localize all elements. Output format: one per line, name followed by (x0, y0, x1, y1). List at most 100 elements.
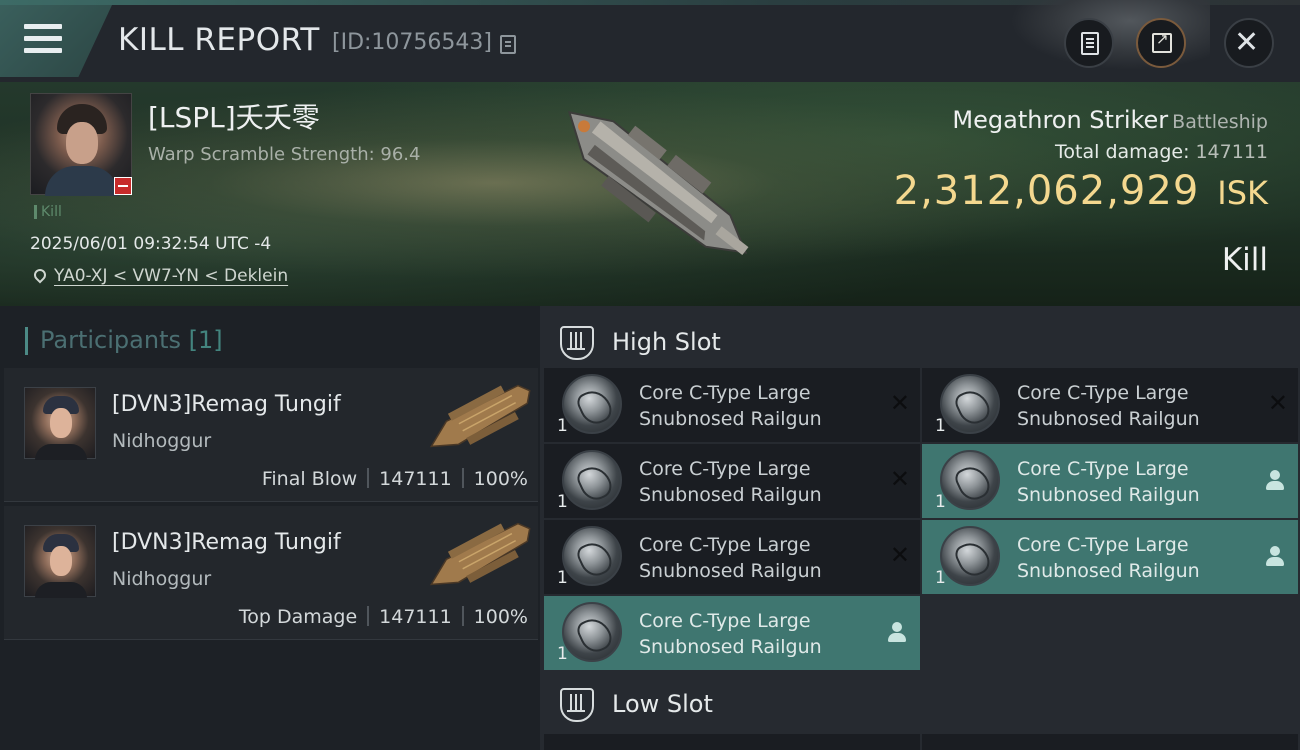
module-name: Core C-Type Large Snubnosed Railgun (639, 380, 879, 432)
module-name: Core C-Type Large Snubnosed Railgun (639, 532, 879, 584)
module-name-line1: Core C-Type Large (1017, 534, 1189, 556)
participant-stats: Final Blow 147111 100% (262, 468, 528, 490)
module-quantity: 1 (935, 492, 946, 512)
person-icon (1266, 470, 1284, 492)
module-name: Core C-Type Large Snubnosed Railgun (1017, 532, 1257, 584)
module-name-line1: Core C-Type Large (639, 382, 811, 404)
participant-name: [DVN3]Remag Tungif (112, 530, 341, 555)
module-name-line2: Snubnosed Railgun (639, 408, 822, 430)
warp-scramble-strength: Warp Scramble Strength: 96.4 (148, 144, 421, 165)
participant-ship: Nidhoggur (112, 568, 212, 590)
destroyed-x-icon: ✕ (889, 389, 910, 417)
participant-role: Final Blow (261, 468, 358, 490)
ship-name-text: Megathron Striker (952, 106, 1169, 134)
copy-icon[interactable] (500, 35, 516, 54)
ship-name[interactable]: Megathron Striker Battleship (952, 106, 1268, 134)
header-accent-bar (25, 327, 28, 355)
low-slot-icon (560, 688, 594, 722)
page-title: KILL REPORT (118, 22, 320, 58)
location-link[interactable]: YA0-XJ < VW7-YN < Deklein (31, 266, 289, 286)
railgun-icon (940, 526, 1000, 586)
module-cell-dropped[interactable]: 1 Core C-Type Large Snubnosed Railgun (544, 596, 920, 670)
module-cell[interactable]: 1 Core C-Type Large Snubnosed Railgun ✕ (922, 368, 1298, 442)
destroyed-x-icon: ✕ (889, 465, 910, 493)
victim-ship-image (568, 111, 749, 256)
fitting-panel: High Slot 1 Core C-Type Large Snubnosed R… (540, 306, 1300, 750)
participant-percent: 100% (473, 606, 528, 628)
participant-ship: Nidhoggur (112, 430, 212, 452)
participant-row[interactable]: [DVN3]Remag Tungif Nidhoggur Final Blow 1… (4, 368, 538, 502)
portrait-body (45, 166, 119, 196)
kill-datetime: 2025/06/01 09:32:54 UTC -4 (30, 234, 272, 254)
kill-tag: Kill (34, 205, 62, 219)
isk-value-line: 2,312,062,929 ISK (894, 168, 1268, 214)
module-name: Core C-Type Large Snubnosed Railgun (639, 456, 879, 508)
module-name-line1: Core C-Type Large (1017, 458, 1189, 480)
module-name: Core C-Type Large Snubnosed Railgun (1017, 456, 1257, 508)
railgun-icon (562, 526, 622, 586)
isk-unit: ISK (1217, 174, 1268, 212)
module-name-line1: Core C-Type Large (1017, 382, 1189, 404)
total-damage: Total damage: 147111 (1055, 141, 1268, 163)
person-icon (888, 622, 906, 644)
participant-ship-image (429, 384, 531, 448)
destroyed-x-icon: ✕ (889, 541, 910, 569)
participants-header: Participants [1] (0, 316, 540, 368)
participant-row[interactable]: [DVN3]Remag Tungif Nidhoggur Top Damage 1… (4, 506, 538, 640)
high-slot-icon (560, 326, 594, 360)
person-icon (1266, 546, 1284, 568)
module-name-line2: Snubnosed Railgun (1017, 560, 1200, 582)
participant-name: [DVN3]Remag Tungif (112, 392, 341, 417)
module-quantity: 1 (557, 644, 568, 664)
participant-damage: 147111 (379, 606, 452, 628)
high-slot-header: High Slot (540, 310, 1300, 372)
clipboard-button[interactable] (1064, 18, 1114, 68)
module-cell-dropped[interactable]: 1 Core C-Type Large Snubnosed Railgun (922, 444, 1298, 518)
participants-title: Participants [1] (40, 326, 223, 354)
participant-avatar (24, 525, 96, 598)
module-quantity: 1 (557, 568, 568, 588)
result-label: Kill (1221, 242, 1268, 278)
participant-avatar (24, 387, 96, 460)
module-quantity: 1 (935, 416, 946, 436)
participant-ship-image (429, 522, 531, 586)
participants-count: [1] (188, 326, 223, 354)
module-name-line1: Core C-Type Large (639, 610, 811, 632)
total-damage-value: 147111 (1195, 141, 1268, 163)
top-bar: KILL REPORT [ID:10756543] ✕ (0, 0, 1300, 82)
close-icon: ✕ (1234, 25, 1260, 60)
module-cell-dropped[interactable]: 1 Core C-Type Large Snubnosed Railgun (922, 520, 1298, 594)
location-pin-icon (31, 266, 49, 284)
module-name-line1: Core C-Type Large (639, 458, 811, 480)
close-button[interactable]: ✕ (1224, 18, 1274, 68)
clipboard-icon (1081, 32, 1099, 55)
module-cell[interactable]: 1 Core C-Type Large Snubnosed Railgun ✕ (544, 520, 920, 594)
low-module-cell[interactable] (544, 734, 920, 750)
total-damage-label: Total damage: (1055, 141, 1190, 163)
participants-panel: Participants [1] [DVN3]Remag Tungif Nidh… (0, 306, 540, 750)
participant-percent: 100% (473, 468, 528, 490)
high-slot-title: High Slot (612, 328, 721, 356)
location-text: YA0-XJ < VW7-YN < Deklein (54, 266, 289, 286)
railgun-icon (940, 450, 1000, 510)
share-button[interactable] (1136, 18, 1186, 68)
hamburger-menu-icon[interactable] (24, 24, 62, 54)
module-name-line2: Snubnosed Railgun (639, 636, 822, 658)
railgun-icon (562, 374, 622, 434)
low-slot-title: Low Slot (612, 690, 713, 718)
low-slot-header: Low Slot (540, 672, 1300, 734)
railgun-icon (940, 374, 1000, 434)
module-cell[interactable]: 1 Core C-Type Large Snubnosed Railgun ✕ (544, 368, 920, 442)
module-cell[interactable]: 1 Core C-Type Large Snubnosed Railgun ✕ (544, 444, 920, 518)
participant-stats: Top Damage 147111 100% (239, 606, 528, 628)
portrait-face (66, 122, 98, 164)
low-module-cell[interactable] (922, 734, 1298, 750)
participant-damage: 147111 (379, 468, 452, 490)
railgun-icon (562, 450, 622, 510)
module-name-line2: Snubnosed Railgun (639, 560, 822, 582)
module-quantity: 1 (557, 492, 568, 512)
report-id: [ID:10756543] (332, 30, 492, 55)
module-quantity: 1 (557, 416, 568, 436)
victim-name[interactable]: [LSPL]夭夭零 (148, 96, 320, 136)
module-quantity: 1 (935, 568, 946, 588)
